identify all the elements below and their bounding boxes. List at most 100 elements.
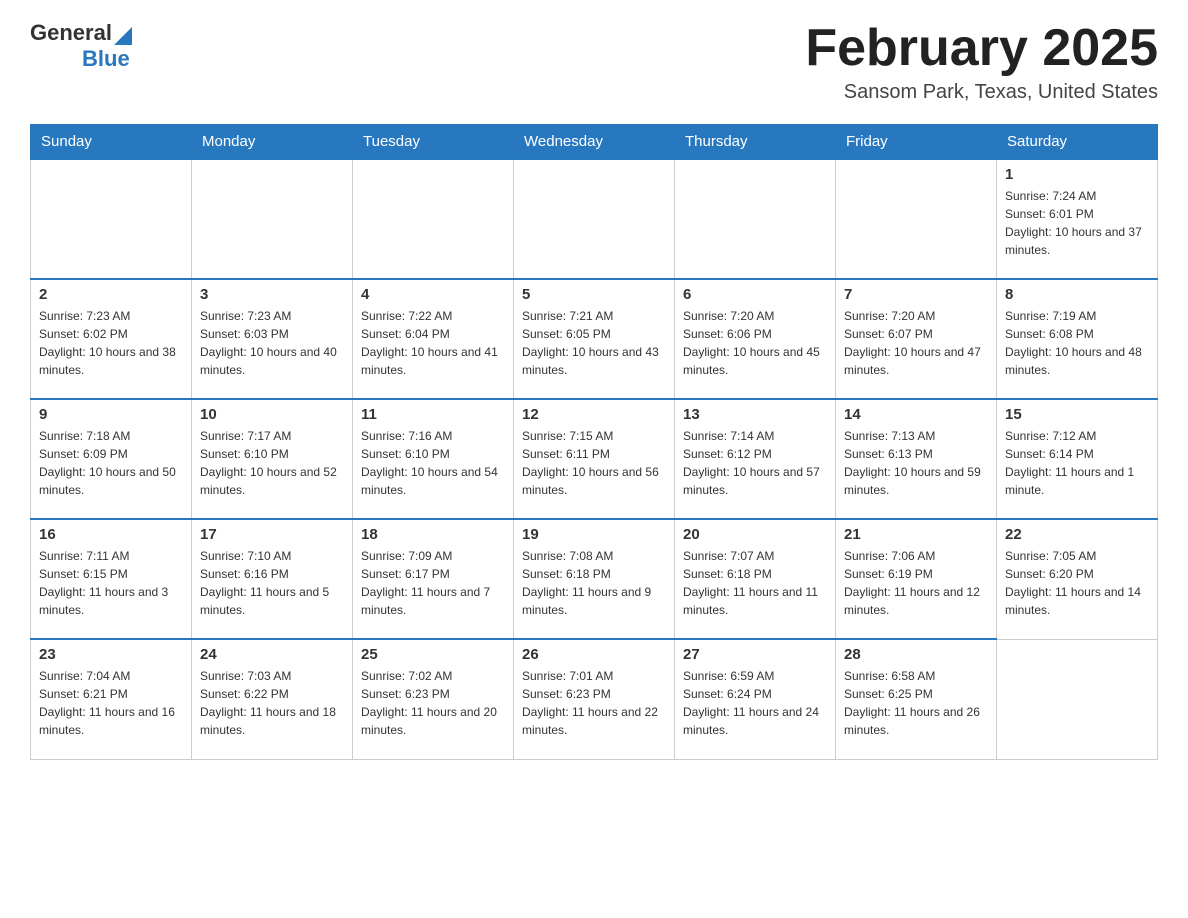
calendar-cell: 21 Sunrise: 7:06 AMSunset: 6:19 PMDayligh…	[836, 519, 997, 639]
day-info: Sunrise: 7:11 AMSunset: 6:15 PMDaylight:…	[39, 547, 183, 619]
day-number: 5	[522, 286, 666, 303]
calendar-cell: 4 Sunrise: 7:22 AMSunset: 6:04 PMDaylight…	[353, 279, 514, 399]
day-info: Sunrise: 7:09 AMSunset: 6:17 PMDaylight:…	[361, 547, 505, 619]
calendar-cell: 2 Sunrise: 7:23 AMSunset: 6:02 PMDaylight…	[31, 279, 192, 399]
day-number: 10	[200, 406, 344, 423]
weekday-header-thursday: Thursday	[675, 125, 836, 160]
calendar-cell: 15 Sunrise: 7:12 AMSunset: 6:14 PMDayligh…	[997, 399, 1158, 519]
day-info: Sunrise: 7:10 AMSunset: 6:16 PMDaylight:…	[200, 547, 344, 619]
day-number: 2	[39, 286, 183, 303]
day-info: Sunrise: 7:12 AMSunset: 6:14 PMDaylight:…	[1005, 427, 1149, 499]
calendar-cell: 11Sunrise: 7:16 AMSunset: 6:10 PMDayligh…	[353, 399, 514, 519]
calendar-cell	[353, 159, 514, 279]
calendar-cell: 19 Sunrise: 7:08 AMSunset: 6:18 PMDayligh…	[514, 519, 675, 639]
day-info: Sunrise: 7:15 AMSunset: 6:11 PMDaylight:…	[522, 427, 666, 499]
day-info: Sunrise: 6:59 AMSunset: 6:24 PMDaylight:…	[683, 667, 827, 739]
calendar-cell: 27 Sunrise: 6:59 AMSunset: 6:24 PMDayligh…	[675, 639, 836, 759]
calendar-cell: 1 Sunrise: 7:24 AMSunset: 6:01 PMDaylight…	[997, 159, 1158, 279]
day-number: 7	[844, 286, 988, 303]
calendar-cell: 7 Sunrise: 7:20 AMSunset: 6:07 PMDaylight…	[836, 279, 997, 399]
calendar-table: SundayMondayTuesdayWednesdayThursdayFrid…	[30, 124, 1158, 760]
day-info: Sunrise: 6:58 AMSunset: 6:25 PMDaylight:…	[844, 667, 988, 739]
day-number: 27	[683, 646, 827, 663]
calendar-cell: 14Sunrise: 7:13 AMSunset: 6:13 PMDayligh…	[836, 399, 997, 519]
title-block: February 2025 Sansom Park, Texas, United…	[805, 20, 1158, 104]
day-number: 17	[200, 526, 344, 543]
day-info: Sunrise: 7:04 AMSunset: 6:21 PMDaylight:…	[39, 667, 183, 739]
page-header: General Blue February 2025 Sansom Park, …	[30, 20, 1158, 104]
day-number: 21	[844, 526, 988, 543]
calendar-week-5: 23Sunrise: 7:04 AMSunset: 6:21 PMDayligh…	[31, 639, 1158, 759]
day-number: 25	[361, 646, 505, 663]
day-info: Sunrise: 7:06 AMSunset: 6:19 PMDaylight:…	[844, 547, 988, 619]
calendar-cell: 28 Sunrise: 6:58 AMSunset: 6:25 PMDayligh…	[836, 639, 997, 759]
calendar-cell	[836, 159, 997, 279]
day-info: Sunrise: 7:22 AMSunset: 6:04 PMDaylight:…	[361, 307, 505, 379]
day-number: 1	[1005, 166, 1149, 183]
day-info: Sunrise: 7:23 AMSunset: 6:02 PMDaylight:…	[39, 307, 183, 379]
day-number: 12	[522, 406, 666, 423]
calendar-cell	[192, 159, 353, 279]
calendar-cell: 17 Sunrise: 7:10 AMSunset: 6:16 PMDayligh…	[192, 519, 353, 639]
day-number: 18	[361, 526, 505, 543]
day-number: 19	[522, 526, 666, 543]
day-number: 4	[361, 286, 505, 303]
calendar-cell: 12 Sunrise: 7:15 AMSunset: 6:11 PMDayligh…	[514, 399, 675, 519]
calendar-week-2: 2 Sunrise: 7:23 AMSunset: 6:02 PMDaylight…	[31, 279, 1158, 399]
calendar-cell: 16 Sunrise: 7:11 AMSunset: 6:15 PMDayligh…	[31, 519, 192, 639]
day-number: 13	[683, 406, 827, 423]
calendar-cell: 5 Sunrise: 7:21 AMSunset: 6:05 PMDaylight…	[514, 279, 675, 399]
calendar-week-1: 1 Sunrise: 7:24 AMSunset: 6:01 PMDaylight…	[31, 159, 1158, 279]
calendar-cell	[31, 159, 192, 279]
day-number: 15	[1005, 406, 1149, 423]
calendar-cell: 6 Sunrise: 7:20 AMSunset: 6:06 PMDaylight…	[675, 279, 836, 399]
calendar-cell: 22 Sunrise: 7:05 AMSunset: 6:20 PMDayligh…	[997, 519, 1158, 639]
calendar-cell: 13 Sunrise: 7:14 AMSunset: 6:12 PMDayligh…	[675, 399, 836, 519]
day-info: Sunrise: 7:21 AMSunset: 6:05 PMDaylight:…	[522, 307, 666, 379]
day-number: 28	[844, 646, 988, 663]
day-number: 6	[683, 286, 827, 303]
day-info: Sunrise: 7:17 AMSunset: 6:10 PMDaylight:…	[200, 427, 344, 499]
weekday-header-wednesday: Wednesday	[514, 125, 675, 160]
calendar-cell: 26Sunrise: 7:01 AMSunset: 6:23 PMDayligh…	[514, 639, 675, 759]
logo-blue-text: Blue	[82, 46, 130, 72]
calendar-cell: 20 Sunrise: 7:07 AMSunset: 6:18 PMDayligh…	[675, 519, 836, 639]
day-info: Sunrise: 7:24 AMSunset: 6:01 PMDaylight:…	[1005, 187, 1149, 259]
calendar-cell: 25 Sunrise: 7:02 AMSunset: 6:23 PMDayligh…	[353, 639, 514, 759]
logo: General Blue	[30, 20, 136, 72]
weekday-header-saturday: Saturday	[997, 125, 1158, 160]
calendar-cell	[514, 159, 675, 279]
weekday-header-row: SundayMondayTuesdayWednesdayThursdayFrid…	[31, 125, 1158, 160]
day-number: 20	[683, 526, 827, 543]
day-number: 3	[200, 286, 344, 303]
day-info: Sunrise: 7:03 AMSunset: 6:22 PMDaylight:…	[200, 667, 344, 739]
month-title: February 2025	[805, 20, 1158, 77]
logo-triangle-icon	[114, 23, 136, 45]
calendar-cell: 9Sunrise: 7:18 AMSunset: 6:09 PMDaylight…	[31, 399, 192, 519]
weekday-header-monday: Monday	[192, 125, 353, 160]
calendar-week-4: 16 Sunrise: 7:11 AMSunset: 6:15 PMDayligh…	[31, 519, 1158, 639]
calendar-cell: 18 Sunrise: 7:09 AMSunset: 6:17 PMDayligh…	[353, 519, 514, 639]
calendar-cell: 24Sunrise: 7:03 AMSunset: 6:22 PMDayligh…	[192, 639, 353, 759]
day-number: 8	[1005, 286, 1149, 303]
day-info: Sunrise: 7:02 AMSunset: 6:23 PMDaylight:…	[361, 667, 505, 739]
day-info: Sunrise: 7:05 AMSunset: 6:20 PMDaylight:…	[1005, 547, 1149, 619]
day-info: Sunrise: 7:13 AMSunset: 6:13 PMDaylight:…	[844, 427, 988, 499]
calendar-cell: 8 Sunrise: 7:19 AMSunset: 6:08 PMDaylight…	[997, 279, 1158, 399]
calendar-cell	[997, 639, 1158, 759]
day-info: Sunrise: 7:19 AMSunset: 6:08 PMDaylight:…	[1005, 307, 1149, 379]
weekday-header-sunday: Sunday	[31, 125, 192, 160]
calendar-cell: 10 Sunrise: 7:17 AMSunset: 6:10 PMDayligh…	[192, 399, 353, 519]
weekday-header-tuesday: Tuesday	[353, 125, 514, 160]
day-info: Sunrise: 7:08 AMSunset: 6:18 PMDaylight:…	[522, 547, 666, 619]
day-number: 22	[1005, 526, 1149, 543]
day-number: 9	[39, 406, 183, 423]
logo-general-text: General	[30, 20, 112, 46]
day-info: Sunrise: 7:23 AMSunset: 6:03 PMDaylight:…	[200, 307, 344, 379]
day-info: Sunrise: 7:20 AMSunset: 6:06 PMDaylight:…	[683, 307, 827, 379]
day-info: Sunrise: 7:14 AMSunset: 6:12 PMDaylight:…	[683, 427, 827, 499]
day-info: Sunrise: 7:20 AMSunset: 6:07 PMDaylight:…	[844, 307, 988, 379]
day-number: 16	[39, 526, 183, 543]
calendar-cell: 3 Sunrise: 7:23 AMSunset: 6:03 PMDaylight…	[192, 279, 353, 399]
day-info: Sunrise: 7:07 AMSunset: 6:18 PMDaylight:…	[683, 547, 827, 619]
